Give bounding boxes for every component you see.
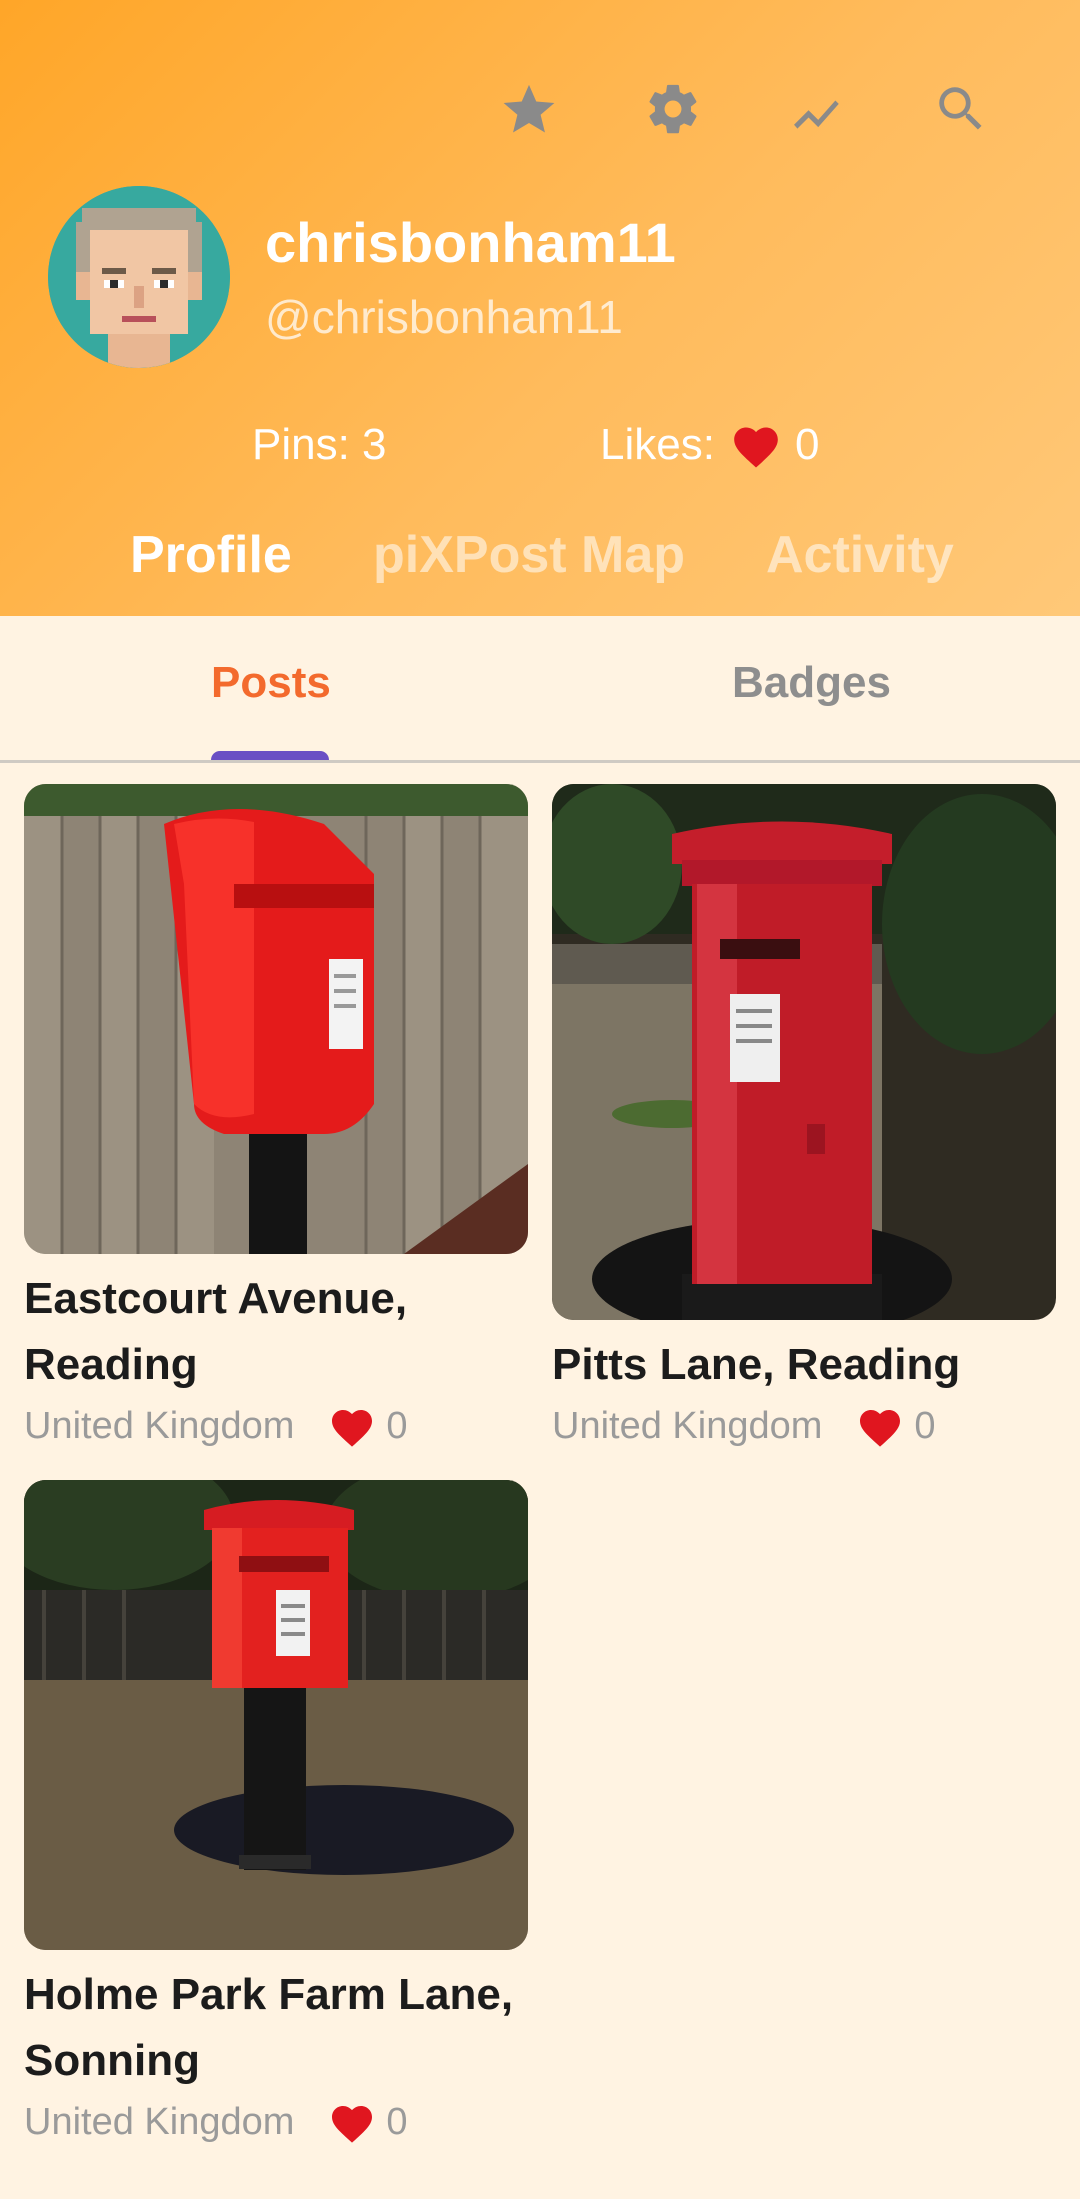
post-likes: 0: [386, 1404, 408, 1447]
post-card[interactable]: Pitts Lane, Reading United Kingdom 0: [552, 784, 1056, 1448]
tab-pixpost-map[interactable]: piXPost Map: [373, 525, 685, 585]
pins-label: Pins: 3: [252, 420, 387, 469]
post-likes: 0: [386, 2100, 408, 2143]
gear-icon[interactable]: [644, 80, 702, 138]
post-meta: United Kingdom 0: [552, 1404, 1056, 1448]
heart-icon: [729, 421, 783, 469]
content-subtabs: Posts Badges: [0, 616, 1080, 763]
post-country: United Kingdom: [24, 1404, 295, 1447]
top-action-bar: [500, 80, 990, 138]
trending-icon[interactable]: [788, 80, 846, 138]
post-photo[interactable]: [552, 784, 1056, 1320]
post-meta: United Kingdom 0: [24, 2100, 528, 2144]
post-title: Pitts Lane, Reading: [552, 1340, 961, 1389]
post-country: United Kingdom: [552, 1404, 823, 1447]
post-country: United Kingdom: [24, 2100, 295, 2143]
post-meta: United Kingdom 0: [24, 1404, 528, 1448]
active-tab-indicator: [211, 751, 329, 760]
search-icon[interactable]: [932, 80, 990, 138]
post-card[interactable]: Eastcourt Avenue, Reading United Kingdom…: [24, 784, 528, 1448]
tab-posts[interactable]: Posts: [211, 658, 331, 708]
username: chrisbonham11: [265, 211, 676, 274]
heart-icon[interactable]: [328, 2100, 376, 2144]
post-card[interactable]: Holme Park Farm Lane, Sonning United Kin…: [24, 1480, 528, 2144]
tab-profile[interactable]: Profile: [130, 525, 292, 585]
star-icon[interactable]: [500, 80, 558, 138]
post-title: Eastcourt Avenue, Reading: [24, 1274, 408, 1389]
post-likes: 0: [914, 1404, 936, 1447]
heart-icon[interactable]: [328, 1404, 376, 1448]
tab-badges[interactable]: Badges: [732, 658, 891, 708]
post-photo[interactable]: [24, 1480, 528, 1950]
heart-icon[interactable]: [856, 1404, 904, 1448]
likes-count: 0: [794, 420, 820, 469]
avatar[interactable]: [48, 186, 230, 368]
post-photo[interactable]: [24, 784, 528, 1254]
profile-header: chrisbonham11 @chrisbonham11 Pins: 3 Lik…: [0, 0, 1080, 616]
tab-activity[interactable]: Activity: [766, 525, 954, 585]
pins-count: Pins: 3: [252, 420, 387, 470]
user-handle: @chrisbonham11: [265, 291, 623, 343]
likes-stat: Likes: 0: [600, 420, 819, 470]
post-title: Holme Park Farm Lane, Sonning: [24, 1970, 514, 2085]
likes-label: Likes:: [600, 420, 715, 469]
